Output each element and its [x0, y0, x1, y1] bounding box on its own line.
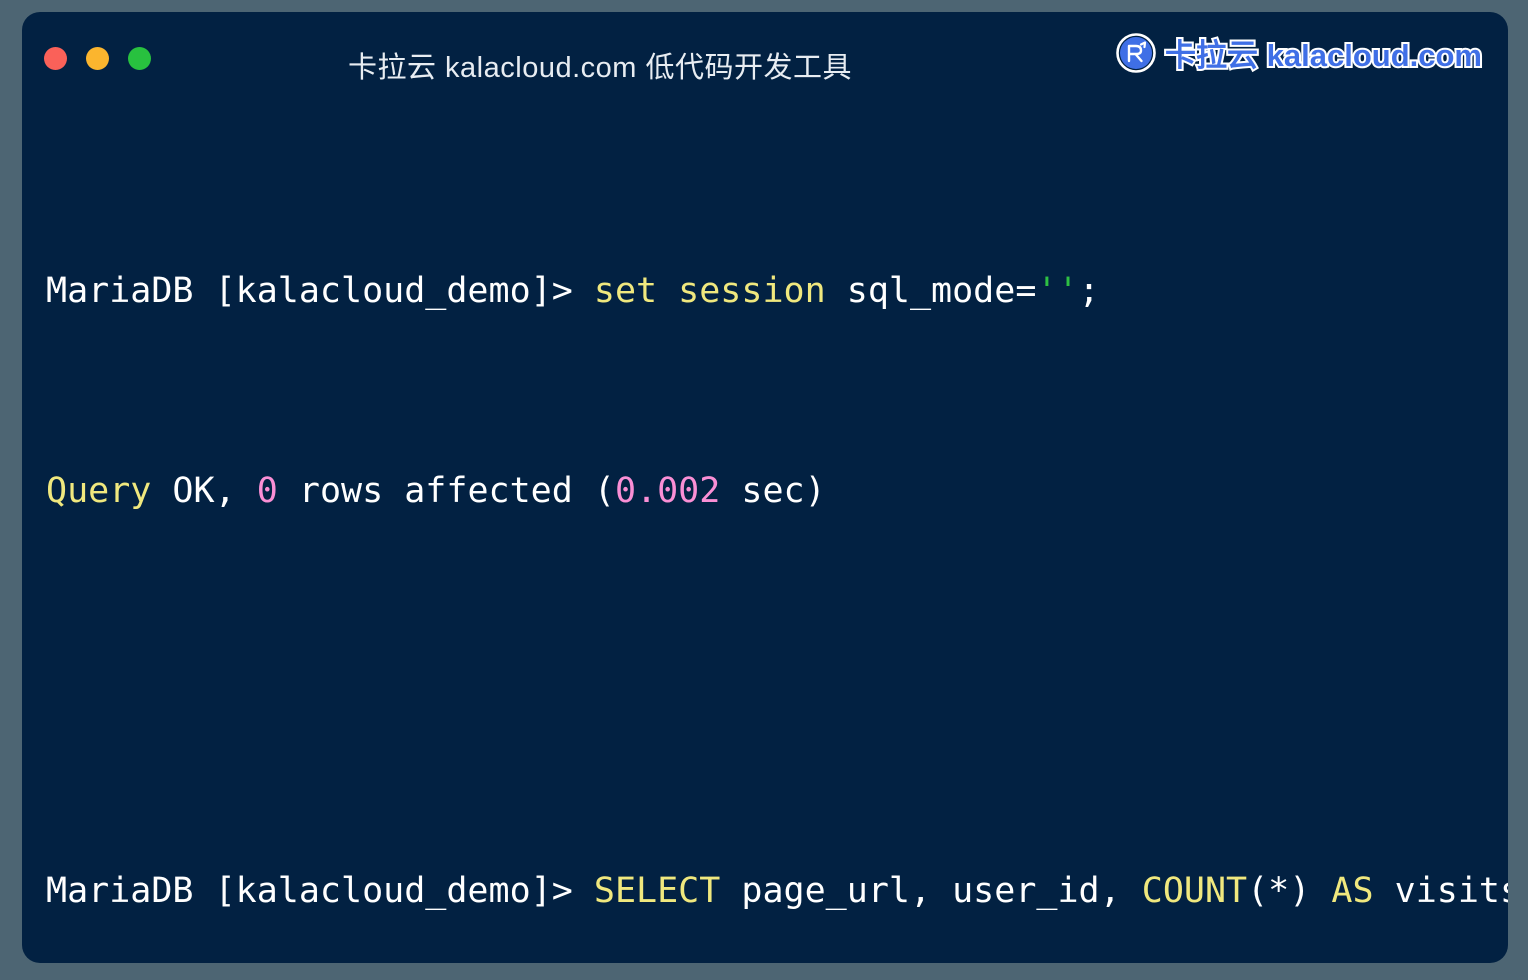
query-rows-affected-text: rows affected (: [277, 471, 615, 511]
shell-prompt: MariaDB [kalacloud_demo]>: [46, 271, 594, 311]
sql-count-args: (*): [1247, 871, 1332, 911]
sql-terminator: ;: [1078, 271, 1100, 311]
query-elapsed-unit: sec): [720, 471, 826, 511]
sql-function-count: COUNT: [1141, 871, 1248, 911]
query-rows-affected-count: 0: [256, 471, 278, 511]
brand-watermark: 卡拉云 kalacloud.com: [1116, 30, 1484, 75]
shell-prompt-2: MariaDB [kalacloud_demo]>: [46, 871, 594, 911]
sql-keyword-select: SELECT: [593, 871, 721, 911]
sql-text-sql-mode: sql_mode=: [825, 271, 1037, 311]
terminal-window: 卡拉云 kalacloud.com 低代码开发工具 卡拉云 kalacloud.…: [22, 12, 1508, 963]
sql-keyword-set-session: set session: [593, 271, 826, 311]
terminal-output[interactable]: MariaDB [kalacloud_demo]> set session sq…: [46, 116, 1508, 963]
window-titlebar: 卡拉云 kalacloud.com 低代码开发工具 卡拉云 kalacloud.…: [22, 12, 1508, 94]
query-elapsed-time: 0.002: [614, 471, 721, 511]
kalacloud-logo-icon: [1116, 32, 1156, 73]
terminal-line-set-session: MariaDB [kalacloud_demo]> set session sq…: [46, 266, 1508, 316]
sql-select-columns: page_url, user_id,: [720, 871, 1142, 911]
brand-text: 卡拉云 kalacloud.com: [1163, 36, 1484, 75]
terminal-line-select: MariaDB [kalacloud_demo]> SELECT page_ur…: [46, 866, 1508, 916]
sql-empty-string-literal: '': [1036, 271, 1079, 311]
query-ok-text: OK,: [151, 471, 257, 511]
terminal-blank-line-1: [46, 666, 1508, 716]
sql-alias-visits: visits: [1373, 871, 1508, 911]
sql-keyword-as: AS: [1331, 871, 1374, 911]
query-label: Query: [46, 471, 152, 511]
terminal-line-query-ok: Query OK, 0 rows affected (0.002 sec): [46, 466, 1508, 516]
